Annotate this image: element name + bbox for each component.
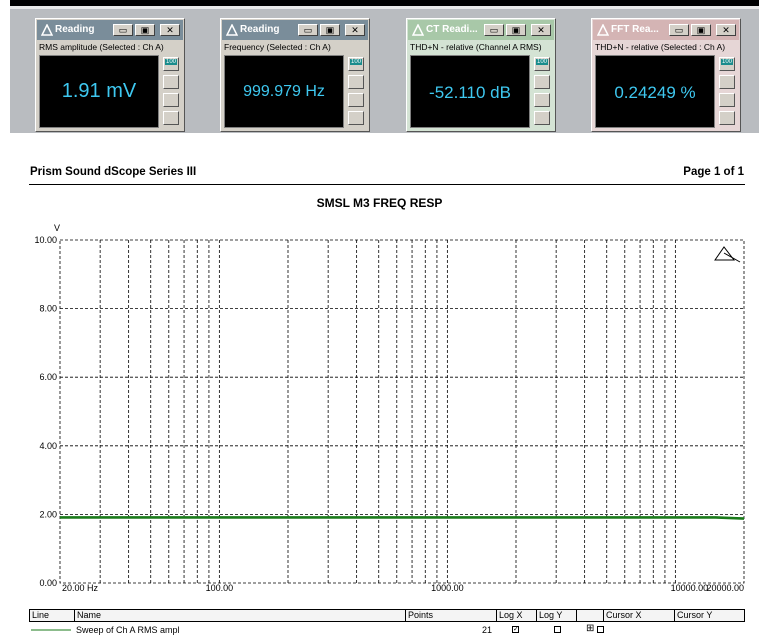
plot-frame [59,239,745,584]
restore-button[interactable]: ▣ [691,24,711,36]
log-icon[interactable] [163,93,179,107]
arrows-icon[interactable] [348,111,364,125]
reading-window-titlebar[interactable]: FFT Rea... ▭ ▣ ✕ [593,20,739,40]
close-button[interactable]: ✕ [160,24,180,36]
legend-header-logy: Log Y [536,609,577,622]
header-divider [29,184,745,185]
log-x-checkbox[interactable]: ✓ [512,626,519,633]
legend-header-line: Line [29,609,75,622]
reading-triangle-icon [41,24,53,36]
x-tick-label: 20000.00 [706,583,744,593]
y-tick-label: 8.00 [39,304,57,314]
legend-header-name: Name [74,609,406,622]
close-button[interactable]: ✕ [345,24,365,36]
hundred-percent-button[interactable]: 100 [348,57,364,71]
reading-triangle-icon [597,24,609,36]
arrows-icon[interactable] [719,111,735,125]
reading-window-title: Reading [55,24,95,35]
probe-icon[interactable] [348,75,364,89]
probe-icon[interactable] [163,75,179,89]
legend-header-blank [576,609,604,622]
legend-line-swatch [31,629,71,631]
reading-display: 0.24249 % [595,55,715,128]
legend-header-logx: Log X [496,609,537,622]
x-tick-label: 10000.00 [671,583,709,593]
frequency-response-chart: 0.00 2.00 4.00 6.00 8.00 10.00 V 20.00 Hz 100.00… [34,223,745,593]
reading-subtitle: RMS amplitude (Selected : Ch A) [39,42,164,52]
y-tick-label: 4.00 [39,441,57,451]
log-y-checkbox[interactable] [554,626,561,633]
cursor-x-checkbox[interactable] [597,626,604,633]
reading-window-titlebar[interactable]: CT Readi... ▭ ▣ ✕ [408,20,554,40]
hundred-label: 100 [536,59,548,65]
strip-top-border [10,0,759,9]
reading-value: -52.110 dB [429,83,511,102]
close-button[interactable]: ✕ [716,24,736,36]
reading-window-titlebar[interactable]: Reading ▭ ▣ ✕ [37,20,183,40]
restore-button[interactable]: ▣ [135,24,155,36]
trace-legend-table: Line Name Points Log X Log Y Cursor X Cu… [29,609,745,638]
arrows-icon[interactable] [534,111,550,125]
minimize-button[interactable]: ▭ [298,24,318,36]
probe-icon[interactable] [719,75,735,89]
reading-window-title: CT Readi... [426,24,478,35]
close-button[interactable]: ✕ [531,24,551,36]
chart-title: SMSL M3 FREQ RESP [316,196,443,210]
series-line [60,516,745,520]
minimize-button[interactable]: ▭ [113,24,133,36]
x-tick-label: 100.00 [206,583,234,593]
reading-value: 1.91 mV [61,80,137,102]
x-tick-label: 1000.00 [431,583,464,593]
reading-value: 0.24249 % [614,83,696,102]
log-icon[interactable] [534,93,550,107]
legend-header-cursory: Cursor Y [674,609,745,622]
document-page-number: Page 1 of 1 [683,166,744,178]
reading-triangle-icon [226,24,238,36]
arrows-icon[interactable] [163,111,179,125]
legend-header-points: Points [405,609,497,622]
reading-display: 1.91 mV [39,55,159,128]
reading-window-title: Reading [240,24,280,35]
reading-window-title: FFT Rea... [611,24,659,35]
hundred-label: 100 [721,59,733,65]
scale-triangle-icon [714,246,741,263]
minimize-button[interactable]: ▭ [669,24,689,36]
hundred-percent-button[interactable]: 100 [719,57,735,71]
hundred-label: 100 [165,59,177,65]
minimize-button[interactable]: ▭ [484,24,504,36]
reading-window-rms[interactable]: Reading ▭ ▣ ✕ RMS amplitude (Selected : … [35,18,185,132]
restore-button[interactable]: ▣ [320,24,340,36]
reading-display: 999.979 Hz [224,55,344,128]
log-icon[interactable] [348,93,364,107]
hundred-percent-button[interactable]: 100 [534,57,550,71]
y-tick-label: 0.00 [39,578,57,588]
x-tick-label: 20.00 Hz [62,583,99,593]
restore-button[interactable]: ▣ [506,24,526,36]
log-icon[interactable] [719,93,735,107]
probe-icon[interactable] [534,75,550,89]
y-tick-label: 2.00 [39,509,57,519]
reading-window-thdn-ct[interactable]: CT Readi... ▭ ▣ ✕ THD+N - relative (Chan… [406,18,556,132]
reading-subtitle: THD+N - relative (Selected : Ch A) [595,42,726,52]
reading-window-frequency[interactable]: Reading ▭ ▣ ✕ Frequency (Selected : Ch A… [220,18,370,132]
reading-subtitle: Frequency (Selected : Ch A) [224,42,331,52]
legend-trace-name[interactable]: Sweep of Ch A RMS ampl [76,625,180,635]
reading-window-titlebar[interactable]: Reading ▭ ▣ ✕ [222,20,368,40]
legend-trace-points: 21 [482,625,493,635]
reading-subtitle: THD+N - relative (Channel A RMS) [410,42,542,52]
reading-display: -52.110 dB [410,55,530,128]
reading-window-thdn-fft[interactable]: FFT Rea... ▭ ▣ ✕ THD+N - relative (Selec… [591,18,741,132]
y-axis-label: V [54,223,60,233]
legend-header-cursorx: Cursor X [603,609,675,622]
y-tick-label: 6.00 [39,372,57,382]
reading-value: 999.979 Hz [243,83,325,100]
cursor-x-icon[interactable]: ⊞ [586,623,594,634]
y-tick-label: 10.00 [34,235,57,245]
hundred-label: 100 [350,59,362,65]
document-header-left: Prism Sound dScope Series III [30,166,197,178]
hundred-percent-button[interactable]: 100 [163,57,179,71]
reading-triangle-icon [412,24,424,36]
